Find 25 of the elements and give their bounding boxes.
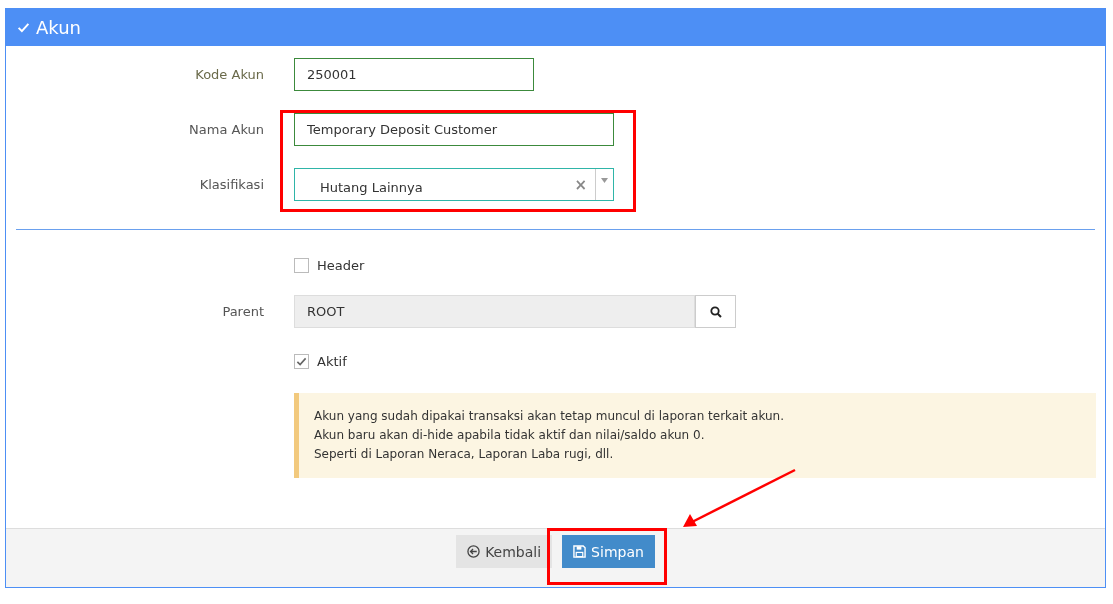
back-button[interactable]: Kembali: [456, 535, 553, 568]
search-button[interactable]: [695, 295, 736, 328]
field-label: Nama Akun: [188, 122, 264, 137]
caret-icon: [601, 178, 608, 183]
input-field[interactable]: 250001: [294, 58, 534, 91]
clear-button[interactable]: ×: [566, 175, 595, 194]
input-field[interactable]: ROOT: [294, 295, 695, 328]
field-label: Klasifikasi: [198, 177, 264, 192]
notice-text: Akun yang sudah dipakai transaksi akan tetap muncul di laporan terkait akun.: [314, 408, 785, 425]
checkbox[interactable]: [294, 258, 309, 273]
check-icon: [17, 20, 30, 34]
notice-text: Akun baru akan di-hide apabila tidak aktif dan nilai/saldo akun 0.: [314, 427, 706, 444]
field-label: Parent: [221, 304, 264, 319]
checkbox[interactable]: [294, 354, 309, 369]
checkbox-label: Header: [317, 258, 365, 273]
input-field[interactable]: Temporary Deposit Customer: [294, 113, 614, 146]
notice-text: Seperti di Laporan Neraca, Laporan Laba rugi, dll.: [314, 446, 615, 463]
panel-title: Akun: [36, 16, 81, 38]
checkbox-label: Aktif: [317, 354, 347, 369]
field-label: Kode Akun: [194, 67, 264, 82]
select-field[interactable]: Hutang Lainnya ×: [294, 168, 614, 201]
back-arrow-icon: [467, 545, 481, 558]
search-icon: [709, 305, 722, 318]
save-button[interactable]: Simpan: [562, 535, 655, 568]
check-icon: [296, 356, 307, 367]
